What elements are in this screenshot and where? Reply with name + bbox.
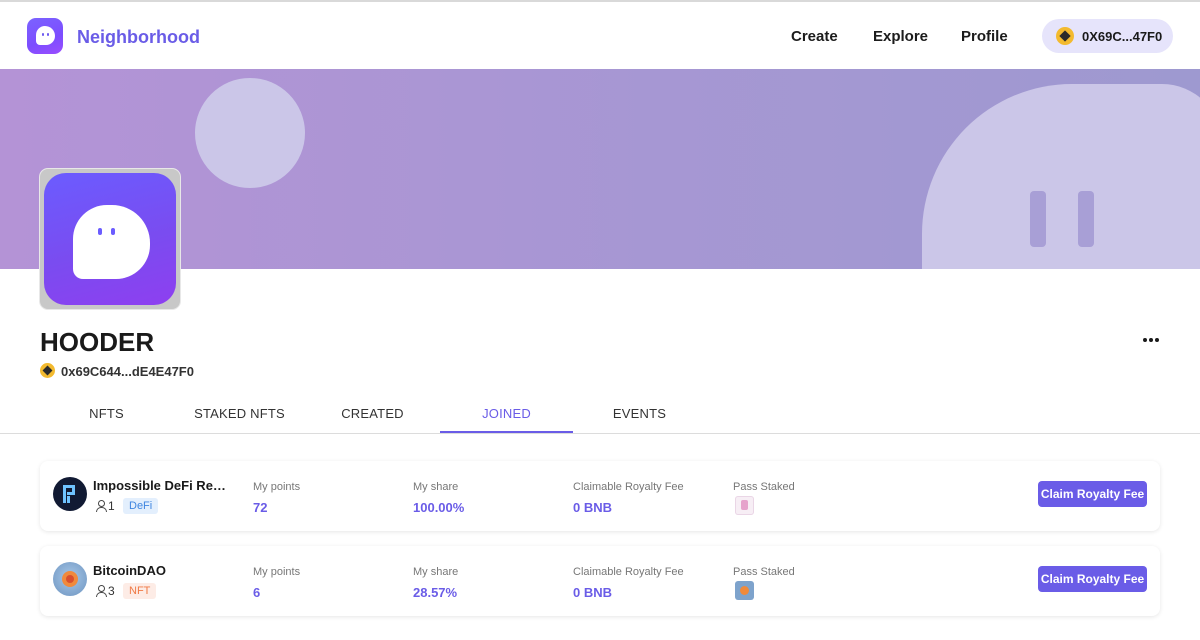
- category-tag: NFT: [123, 583, 157, 599]
- pass-nft-icon[interactable]: [735, 496, 754, 515]
- pass-staked-label: Pass Staked: [733, 481, 795, 493]
- claim-royalty-fee-button[interactable]: Claim Royalty Fee: [1038, 566, 1147, 592]
- tab-joined[interactable]: JOINED: [440, 406, 573, 433]
- community-name[interactable]: BitcoinDAO: [93, 563, 227, 578]
- points-label: My points: [253, 481, 301, 493]
- bnb-coin-icon: [1056, 27, 1074, 45]
- brand-name[interactable]: Neighborhood: [77, 27, 200, 48]
- tab-nfts[interactable]: NFTS: [40, 406, 173, 432]
- mascot-ear-shape: [195, 78, 305, 188]
- tab-events[interactable]: EVENTS: [573, 406, 706, 432]
- neighborhood-logo-icon[interactable]: [27, 18, 63, 54]
- share-label: My share: [413, 481, 459, 493]
- points-value: 6: [253, 585, 261, 600]
- profile-avatar: [40, 169, 180, 309]
- more-options-icon[interactable]: [1140, 332, 1162, 348]
- royalty-fee-label: Claimable Royalty Fee: [573, 566, 684, 578]
- points-label: My points: [253, 566, 301, 578]
- nav-explore[interactable]: Explore: [873, 28, 928, 45]
- community-logo-icon[interactable]: [53, 562, 87, 596]
- profile-tabs: NFTS STAKED NFTS CREATED JOINED EVENTS: [0, 396, 1200, 434]
- profile-name: HOODER: [40, 327, 155, 357]
- profile-banner: [0, 69, 1200, 269]
- person-icon: [95, 585, 107, 597]
- mascot-illustration: [922, 84, 1200, 269]
- points-value: 72: [253, 500, 268, 515]
- royalty-fee-label: Claimable Royalty Fee: [573, 481, 684, 493]
- top-nav: Neighborhood Create Explore Profile 0X69…: [0, 2, 1200, 69]
- wallet-button[interactable]: 0X69C...47F0: [1042, 19, 1173, 53]
- nav-profile[interactable]: Profile: [961, 28, 1008, 45]
- wallet-address: 0X69C...47F0: [1082, 29, 1163, 44]
- share-label: My share: [413, 566, 459, 578]
- community-card: BitcoinDAO 3 NFT My points 6 My share 28…: [40, 546, 1160, 616]
- claim-royalty-fee-button[interactable]: Claim Royalty Fee: [1038, 481, 1147, 507]
- pass-nft-icon[interactable]: [735, 581, 754, 600]
- tab-created[interactable]: CREATED: [306, 406, 439, 432]
- bnb-coin-icon: [40, 363, 55, 378]
- tab-staked-nfts[interactable]: STAKED NFTS: [173, 406, 306, 432]
- community-name[interactable]: Impossible DeFi Rese...: [93, 478, 227, 493]
- community-card: Impossible DeFi Rese... 1 DeFi My points…: [40, 461, 1160, 531]
- share-value: 100.00%: [413, 500, 465, 515]
- category-tag: DeFi: [123, 498, 159, 514]
- person-icon: [95, 500, 107, 512]
- nav-create[interactable]: Create: [791, 28, 838, 45]
- royalty-fee-value: 0 BNB: [573, 585, 613, 600]
- royalty-fee-value: 0 BNB: [573, 500, 613, 515]
- profile-address-text: 0x69C644...dE4E47F0: [61, 364, 194, 379]
- community-logo-icon[interactable]: [53, 477, 87, 511]
- share-value: 28.57%: [413, 585, 458, 600]
- pass-staked-label: Pass Staked: [733, 566, 795, 578]
